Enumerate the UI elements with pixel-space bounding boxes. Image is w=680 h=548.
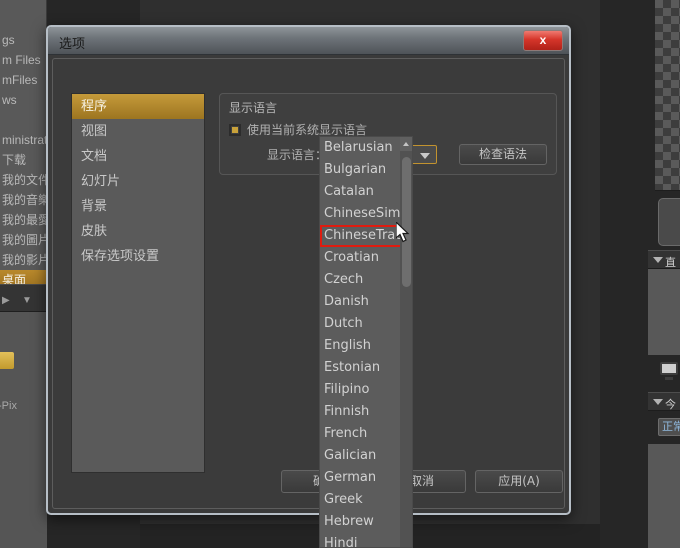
dropdown-item[interactable]: Hindi — [320, 533, 412, 547]
background-toolbar[interactable]: ▶ ▼ — [0, 284, 47, 312]
category-item[interactable]: 背景 — [72, 194, 204, 219]
check-grammar-button[interactable]: 检查语法 — [459, 144, 547, 165]
screen: gsm FilesmFilesws ministrato下载我的文件我的音樂我的最… — [0, 0, 680, 548]
category-item[interactable]: 视图 — [72, 119, 204, 144]
dropdown-scrollbar[interactable] — [400, 137, 412, 547]
category-item[interactable]: 保存选项设置 — [72, 244, 204, 269]
tree-item[interactable]: 我的音樂 — [0, 190, 47, 210]
options-dialog: 选项 x 程序 视图 文档 幻灯片 背景 皮肤 保存选项设置 显示语言 使用当前系统显示语言… — [46, 25, 571, 515]
category-list[interactable]: 程序 视图 文档 幻灯片 背景 皮肤 保存选项设置 — [71, 93, 205, 473]
forward-arrow-icon[interactable]: ▶ — [2, 295, 10, 306]
dropdown-item[interactable]: English — [320, 335, 412, 357]
scrollbar-thumb[interactable] — [402, 157, 411, 287]
panel-body-layers[interactable] — [648, 269, 680, 355]
panel-body-blend[interactable] — [648, 444, 680, 548]
category-item[interactable]: 皮肤 — [72, 219, 204, 244]
background-folder-tree-panel[interactable]: gsm FilesmFilesws ministrato下载我的文件我的音樂我的最… — [0, 0, 47, 290]
panel-header-label: 直 — [665, 257, 676, 269]
dropdown-item[interactable]: Danish — [320, 291, 412, 313]
tree-item[interactable]: gs — [0, 30, 47, 50]
dialog-body: 程序 视图 文档 幻灯片 背景 皮肤 保存选项设置 显示语言 使用当前系统显示语言 显示语言… — [52, 58, 565, 509]
scroll-up-arrow-icon[interactable] — [400, 137, 412, 151]
dropdown-item[interactable]: Estonian — [320, 357, 412, 379]
dropdown-item[interactable]: Finnish — [320, 401, 412, 423]
tree-item[interactable]: 我的最愛 — [0, 210, 47, 230]
dropdown-item[interactable]: Croatian — [320, 247, 412, 269]
dropdown-item[interactable]: Czech — [320, 269, 412, 291]
collapse-triangle-icon[interactable] — [653, 257, 663, 263]
dropdown-item[interactable]: ChineseTraditional — [320, 225, 412, 247]
language-dropdown-list[interactable]: BelarusianBulgarianCatalanChineseSimplif… — [319, 136, 413, 548]
monitor-base-icon — [665, 377, 673, 380]
dropdown-item[interactable]: French — [320, 423, 412, 445]
blend-mode-field[interactable]: 正常 — [658, 418, 680, 436]
dropdown-item[interactable]: Catalan — [320, 181, 412, 203]
background-right-dark-area — [600, 0, 655, 548]
panel-header-layers[interactable]: 直 — [648, 250, 680, 269]
dropdown-item[interactable]: German — [320, 467, 412, 489]
tree-item[interactable]: ws — [0, 90, 47, 110]
language-label: 显示语言： — [266, 148, 327, 162]
panel-header-label-2: 今 — [665, 399, 676, 411]
divider — [655, 190, 680, 191]
tree-item[interactable]: ministrato — [0, 130, 47, 150]
folder-label: -Pix — [0, 400, 17, 412]
folder-icon — [0, 352, 14, 369]
monitor-icon[interactable] — [660, 362, 678, 375]
tree-item[interactable]: 我的文件 — [0, 170, 47, 190]
dropdown-item[interactable]: Belarusian — [320, 137, 412, 159]
dialog-title: 选项 — [59, 37, 86, 52]
dropdown-item[interactable]: ChineseSimplified — [320, 203, 412, 225]
background-folder-tree[interactable]: gsm FilesmFilesws ministrato下载我的文件我的音樂我的最… — [0, 30, 47, 290]
transparency-checkerboard — [655, 0, 680, 190]
dropdown-item[interactable]: Greek — [320, 489, 412, 511]
checkbox-icon[interactable] — [229, 123, 241, 136]
category-item[interactable]: 幻灯片 — [72, 169, 204, 194]
category-item[interactable]: 文档 — [72, 144, 204, 169]
tree-item[interactable]: 下载 — [0, 150, 47, 170]
tree-item[interactable] — [0, 110, 47, 130]
collapse-triangle-icon-2[interactable] — [653, 399, 663, 405]
tree-item[interactable]: mFiles — [0, 70, 47, 90]
tree-item[interactable]: 我的圖片 — [0, 230, 47, 250]
groupbox-title: 显示语言 — [229, 101, 278, 115]
chevron-down-icon[interactable]: ▼ — [22, 295, 32, 306]
dropdown-item[interactable]: Dutch — [320, 313, 412, 335]
apply-button[interactable]: 应用(A) — [475, 470, 563, 493]
dropdown-item[interactable]: Hebrew — [320, 511, 412, 533]
dropdown-item[interactable]: Filipino — [320, 379, 412, 401]
dropdown-item[interactable]: Galician — [320, 445, 412, 467]
chevron-down-icon[interactable] — [420, 153, 430, 159]
tree-item[interactable]: 我的影片 — [0, 250, 47, 270]
tree-item[interactable]: m Files — [0, 50, 47, 70]
category-item[interactable]: 程序 — [72, 94, 204, 119]
preview-thumbnail-box[interactable] — [658, 198, 680, 246]
close-icon[interactable]: x — [523, 30, 563, 51]
dialog-titlebar[interactable]: 选项 x — [48, 27, 569, 55]
background-file-list-panel[interactable]: -Pix — [0, 312, 47, 548]
panel-header-blend[interactable]: 今 — [648, 392, 680, 411]
dropdown-item[interactable]: Bulgarian — [320, 159, 412, 181]
